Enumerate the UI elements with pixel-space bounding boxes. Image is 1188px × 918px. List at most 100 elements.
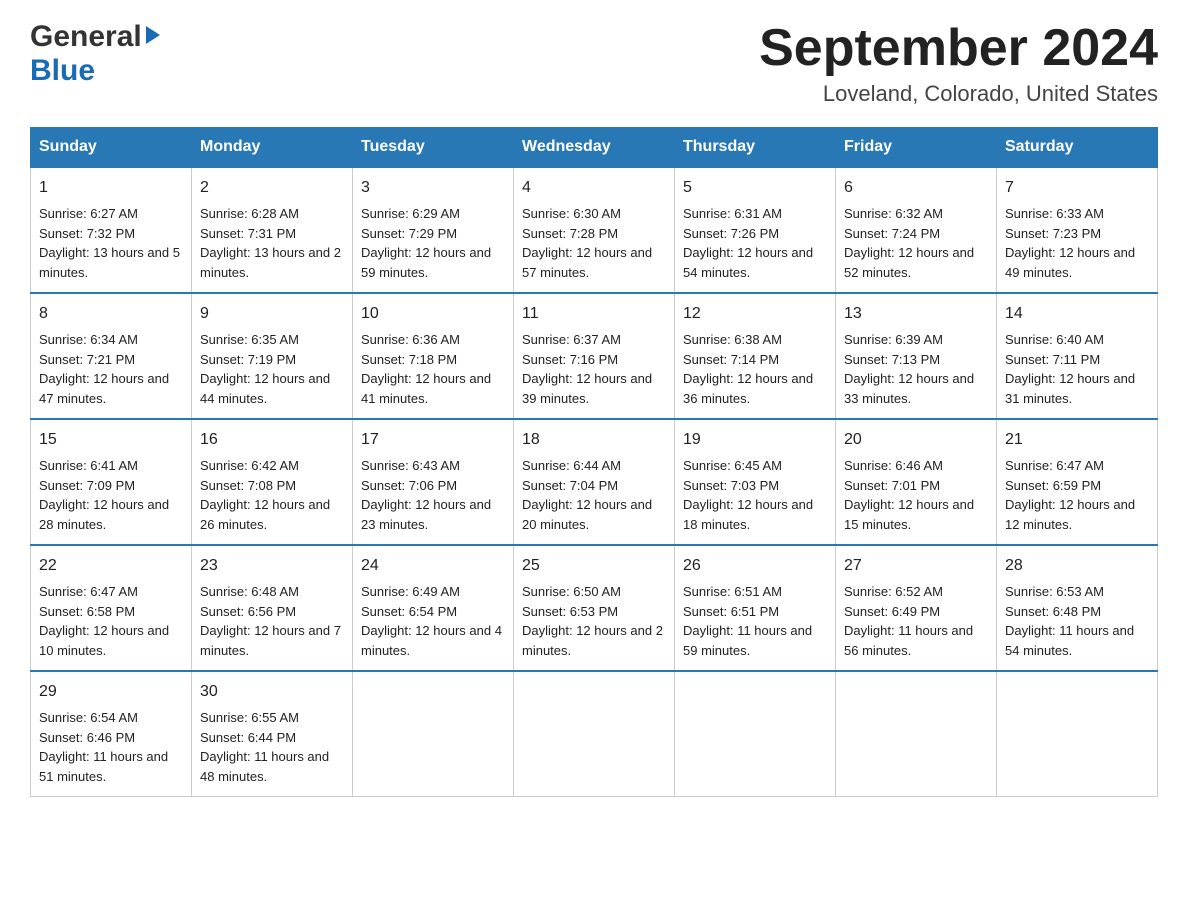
day-number: 1 [39, 176, 183, 200]
daylight-text: Daylight: 12 hours and 26 minutes. [200, 497, 330, 532]
sunrise-text: Sunrise: 6:35 AM [200, 332, 299, 347]
sunrise-text: Sunrise: 6:51 AM [683, 584, 782, 599]
sunrise-text: Sunrise: 6:28 AM [200, 206, 299, 221]
calendar-cell [675, 671, 836, 797]
day-number: 8 [39, 302, 183, 326]
day-number: 11 [522, 302, 666, 326]
day-number: 13 [844, 302, 988, 326]
daylight-text: Daylight: 12 hours and 7 minutes. [200, 623, 341, 658]
sunrise-text: Sunrise: 6:46 AM [844, 458, 943, 473]
day-number: 23 [200, 554, 344, 578]
day-number: 21 [1005, 428, 1149, 452]
sunset-text: Sunset: 7:01 PM [844, 478, 940, 493]
day-number: 25 [522, 554, 666, 578]
calendar-cell: 20Sunrise: 6:46 AMSunset: 7:01 PMDayligh… [836, 419, 997, 545]
sunset-text: Sunset: 6:44 PM [200, 730, 296, 745]
sunrise-text: Sunrise: 6:48 AM [200, 584, 299, 599]
calendar-cell: 9Sunrise: 6:35 AMSunset: 7:19 PMDaylight… [192, 293, 353, 419]
sunrise-text: Sunrise: 6:30 AM [522, 206, 621, 221]
sunrise-text: Sunrise: 6:31 AM [683, 206, 782, 221]
sunset-text: Sunset: 6:56 PM [200, 604, 296, 619]
sunset-text: Sunset: 7:28 PM [522, 226, 618, 241]
sunset-text: Sunset: 6:59 PM [1005, 478, 1101, 493]
sunset-text: Sunset: 7:04 PM [522, 478, 618, 493]
sunrise-text: Sunrise: 6:47 AM [1005, 458, 1104, 473]
daylight-text: Daylight: 12 hours and 52 minutes. [844, 245, 974, 280]
sunrise-text: Sunrise: 6:49 AM [361, 584, 460, 599]
daylight-text: Daylight: 12 hours and 12 minutes. [1005, 497, 1135, 532]
sunrise-text: Sunrise: 6:47 AM [39, 584, 138, 599]
month-year-title: September 2024 [759, 20, 1158, 77]
calendar-cell: 11Sunrise: 6:37 AMSunset: 7:16 PMDayligh… [514, 293, 675, 419]
sunrise-text: Sunrise: 6:27 AM [39, 206, 138, 221]
daylight-text: Daylight: 12 hours and 20 minutes. [522, 497, 652, 532]
sunrise-text: Sunrise: 6:42 AM [200, 458, 299, 473]
daylight-text: Daylight: 11 hours and 54 minutes. [1005, 623, 1134, 658]
daylight-text: Daylight: 12 hours and 54 minutes. [683, 245, 813, 280]
daylight-text: Daylight: 12 hours and 18 minutes. [683, 497, 813, 532]
calendar-table: Sunday Monday Tuesday Wednesday Thursday… [30, 127, 1158, 797]
calendar-cell: 14Sunrise: 6:40 AMSunset: 7:11 PMDayligh… [997, 293, 1158, 419]
calendar-cell: 7Sunrise: 6:33 AMSunset: 7:23 PMDaylight… [997, 167, 1158, 293]
calendar-week-row: 15Sunrise: 6:41 AMSunset: 7:09 PMDayligh… [31, 419, 1158, 545]
sunset-text: Sunset: 7:21 PM [39, 352, 135, 367]
sunrise-text: Sunrise: 6:33 AM [1005, 206, 1104, 221]
sunrise-text: Sunrise: 6:29 AM [361, 206, 460, 221]
calendar-cell: 21 Sunrise: 6:47 AM Sunset: 6:59 PM Dayligh… [997, 419, 1158, 545]
calendar-cell: 29 Sunrise: 6:54 AM Sunset: 6:46 PM Dayligh… [31, 671, 192, 797]
day-number: 6 [844, 176, 988, 200]
sunset-text: Sunset: 6:46 PM [39, 730, 135, 745]
sunset-text: Sunset: 6:49 PM [844, 604, 940, 619]
sunset-text: Sunset: 7:31 PM [200, 226, 296, 241]
sunrise-text: Sunrise: 6:54 AM [39, 710, 138, 725]
day-number: 26 [683, 554, 827, 578]
calendar-week-row: 1 Sunrise: 6:27 AM Sunset: 7:32 PM Daylight… [31, 167, 1158, 293]
logo-arrow-icon [146, 26, 160, 44]
sunset-text: Sunset: 7:03 PM [683, 478, 779, 493]
calendar-cell: 18Sunrise: 6:44 AMSunset: 7:04 PMDayligh… [514, 419, 675, 545]
calendar-cell: 19Sunrise: 6:45 AMSunset: 7:03 PMDayligh… [675, 419, 836, 545]
sunrise-text: Sunrise: 6:45 AM [683, 458, 782, 473]
sunset-text: Sunset: 7:16 PM [522, 352, 618, 367]
daylight-text: Daylight: 11 hours and 59 minutes. [683, 623, 812, 658]
calendar-cell: 27Sunrise: 6:52 AMSunset: 6:49 PMDayligh… [836, 545, 997, 671]
daylight-text: Daylight: 12 hours and 2 minutes. [522, 623, 663, 658]
calendar-week-row: 29 Sunrise: 6:54 AM Sunset: 6:46 PM Dayligh… [31, 671, 1158, 797]
sunset-text: Sunset: 7:06 PM [361, 478, 457, 493]
day-number: 5 [683, 176, 827, 200]
day-number: 29 [39, 680, 183, 704]
sunset-text: Sunset: 7:24 PM [844, 226, 940, 241]
col-sunday: Sunday [31, 128, 192, 168]
logo-general-text: General [30, 20, 142, 54]
daylight-text: Daylight: 11 hours and 56 minutes. [844, 623, 973, 658]
calendar-cell: 10Sunrise: 6:36 AMSunset: 7:18 PMDayligh… [353, 293, 514, 419]
sunrise-text: Sunrise: 6:43 AM [361, 458, 460, 473]
daylight-text: Daylight: 12 hours and 23 minutes. [361, 497, 491, 532]
sunset-text: Sunset: 7:11 PM [1005, 352, 1100, 367]
calendar-cell: 28Sunrise: 6:53 AMSunset: 6:48 PMDayligh… [997, 545, 1158, 671]
sunrise-text: Sunrise: 6:50 AM [522, 584, 621, 599]
sunset-text: Sunset: 6:53 PM [522, 604, 618, 619]
day-number: 15 [39, 428, 183, 452]
sunset-text: Sunset: 7:32 PM [39, 226, 135, 241]
calendar-cell: 13Sunrise: 6:39 AMSunset: 7:13 PMDayligh… [836, 293, 997, 419]
sunset-text: Sunset: 6:54 PM [361, 604, 457, 619]
daylight-text: Daylight: 12 hours and 47 minutes. [39, 371, 169, 406]
calendar-week-row: 8Sunrise: 6:34 AMSunset: 7:21 PMDaylight… [31, 293, 1158, 419]
daylight-text: Daylight: 11 hours and 48 minutes. [200, 749, 329, 784]
sunrise-text: Sunrise: 6:55 AM [200, 710, 299, 725]
day-number: 10 [361, 302, 505, 326]
day-number: 16 [200, 428, 344, 452]
day-number: 12 [683, 302, 827, 326]
sunset-text: Sunset: 6:58 PM [39, 604, 135, 619]
calendar-header-row: Sunday Monday Tuesday Wednesday Thursday… [31, 128, 1158, 168]
sunrise-text: Sunrise: 6:53 AM [1005, 584, 1104, 599]
day-number: 3 [361, 176, 505, 200]
sunset-text: Sunset: 7:23 PM [1005, 226, 1101, 241]
calendar-cell [353, 671, 514, 797]
calendar-cell: 24Sunrise: 6:49 AMSunset: 6:54 PMDayligh… [353, 545, 514, 671]
sunrise-text: Sunrise: 6:39 AM [844, 332, 943, 347]
daylight-text: Daylight: 11 hours and 51 minutes. [39, 749, 168, 784]
calendar-cell [997, 671, 1158, 797]
sunset-text: Sunset: 7:08 PM [200, 478, 296, 493]
